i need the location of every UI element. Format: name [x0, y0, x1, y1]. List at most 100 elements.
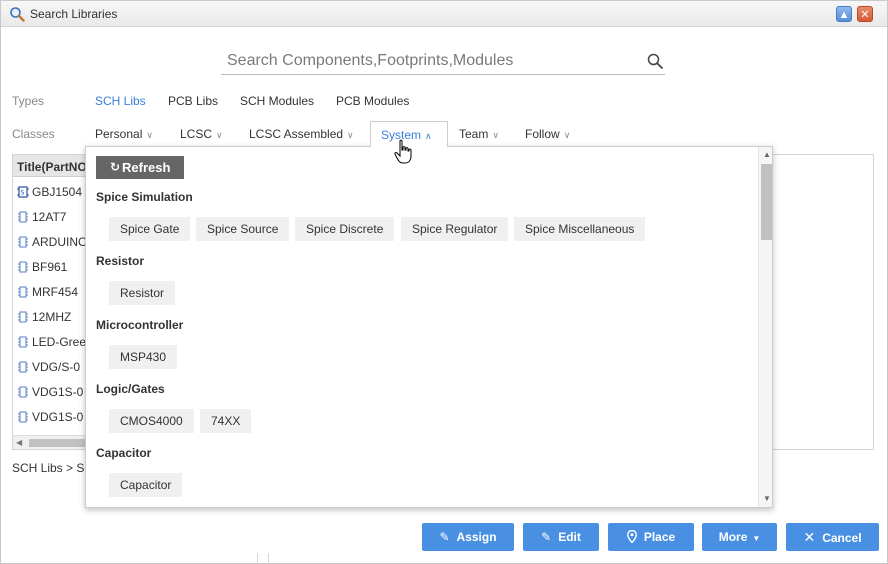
table-row[interactable]: S GBJ1504 [13, 179, 91, 204]
chevron-down-icon: ∨ [492, 130, 499, 140]
chip-spice-source[interactable]: Spice Source [196, 217, 290, 241]
map-pin-icon [626, 530, 637, 543]
chip-icon [18, 236, 28, 248]
chip-74xx[interactable]: 74XX [200, 409, 252, 433]
vertical-scrollbar[interactable]: ▲ ▼ [758, 147, 772, 507]
row-title: VDG1S-0 [32, 410, 84, 424]
chip-icon [18, 311, 28, 323]
minimize-button[interactable]: ▲ [836, 6, 852, 22]
classes-label: Classes [12, 127, 55, 141]
more-button[interactable]: More ▼ [702, 523, 777, 551]
refresh-label: Refresh [122, 160, 171, 175]
tab-sch-libs[interactable]: SCH Libs [95, 94, 146, 108]
row-title: GBJ1504 [32, 185, 83, 199]
row-title: BF961 [32, 260, 68, 274]
table-row[interactable]: VDG/S-0 [13, 354, 91, 379]
row-title: 12MHZ [32, 310, 72, 324]
results-table: Title(PartNO S GBJ1504 12AT7 ARDUINO BF96… [12, 154, 92, 450]
place-button[interactable]: Place [608, 523, 694, 551]
chip-icon [18, 286, 28, 298]
system-classes-dropdown: ↻ Refresh Spice Simulation Spice Gate Spi… [85, 146, 773, 508]
refresh-icon: ↻ [110, 160, 121, 174]
chip-icon [18, 411, 28, 423]
chevron-down-icon: ∨ [347, 130, 354, 140]
horizontal-scrollbar[interactable]: ◀ [13, 435, 91, 449]
edit-button[interactable]: ✎ Edit [523, 523, 599, 551]
assign-button[interactable]: ✎ Assign [422, 523, 514, 551]
table-row[interactable]: LED-Gree [13, 329, 91, 354]
chip-icon [18, 361, 28, 373]
scroll-up-icon[interactable]: ▲ [763, 150, 771, 159]
tab-label: Follow [525, 127, 560, 141]
tab-lcsc[interactable]: LCSC ∨ [180, 121, 223, 147]
hand-cursor-icon [394, 139, 412, 164]
bottom-divider [257, 553, 269, 564]
tab-label: LCSC Assembled [249, 127, 344, 141]
table-row[interactable]: VDG1S-0 [13, 379, 91, 404]
chevron-down-icon: ∨ [216, 130, 223, 140]
scrollbar-thumb[interactable] [761, 164, 772, 240]
types-label: Types [12, 94, 45, 108]
schematic-symbol-icon: S [17, 186, 29, 198]
close-icon: ✕ [860, 9, 870, 21]
cancel-button[interactable]: ✕ Cancel [786, 523, 879, 551]
table-row[interactable]: ARDUINO [13, 229, 91, 254]
scroll-left-icon[interactable]: ◀ [16, 438, 22, 447]
tab-pcb-modules[interactable]: PCB Modules [336, 94, 409, 108]
edit-label: Edit [558, 530, 581, 544]
tab-label: LCSC [180, 127, 213, 141]
table-row[interactable]: VDG1S-0 [13, 404, 91, 429]
scroll-down-icon[interactable]: ▼ [763, 494, 771, 503]
scrollbar-thumb[interactable] [29, 439, 89, 447]
pencil-icon: ✎ [439, 530, 450, 544]
chip-spice-gate[interactable]: Spice Gate [109, 217, 191, 241]
close-icon: ✕ [803, 529, 816, 545]
chip-resistor[interactable]: Resistor [109, 281, 176, 305]
row-title: LED-Gree [32, 335, 87, 349]
table-row[interactable]: 12MHZ [13, 304, 91, 329]
group-title-resistor: Resistor [96, 254, 145, 268]
group-title-microcontroller: Microcontroller [96, 318, 184, 332]
chip-spice-discrete[interactable]: Spice Discrete [295, 217, 395, 241]
column-header-title[interactable]: Title(PartNO [13, 155, 91, 177]
more-label: More [718, 530, 748, 544]
table-row[interactable]: 12AT7 [13, 204, 91, 229]
chip-capacitor[interactable]: Capacitor [109, 473, 183, 497]
refresh-button[interactable]: ↻ Refresh [96, 156, 184, 179]
tab-pcb-libs[interactable]: PCB Libs [168, 94, 218, 108]
row-title: 12AT7 [32, 210, 67, 224]
chip-msp430[interactable]: MSP430 [109, 345, 178, 369]
close-button[interactable]: ✕ [857, 6, 873, 22]
tab-follow[interactable]: Follow ∨ [525, 121, 570, 147]
group-title-spice-simulation: Spice Simulation [96, 190, 193, 204]
tab-personal[interactable]: Personal ∨ [95, 121, 153, 147]
row-title: VDG1S-0 [32, 385, 84, 399]
caret-down-icon: ▼ [752, 534, 761, 543]
table-row[interactable]: MRF454 [13, 279, 91, 304]
pencil-icon: ✎ [541, 530, 552, 544]
search-libraries-dialog: Search Libraries ▲ ✕ Types SCH Libs PCB … [0, 0, 888, 564]
search-input[interactable] [221, 47, 631, 75]
chevron-down-icon: ∨ [146, 130, 153, 140]
tab-lcsc-assembled[interactable]: LCSC Assembled ∨ [249, 121, 354, 147]
tab-sch-modules[interactable]: SCH Modules [240, 94, 314, 108]
window-title: Search Libraries [30, 7, 118, 21]
group-title-logic-gates: Logic/Gates [96, 382, 165, 396]
tab-label: Team [459, 127, 489, 141]
table-row[interactable]: BF961 [13, 254, 91, 279]
group-title-capacitor: Capacitor [96, 446, 152, 460]
magnifier-icon [10, 7, 25, 22]
svg-text:S: S [21, 190, 25, 197]
title-bar[interactable]: Search Libraries ▲ ✕ [1, 1, 887, 27]
tab-label: Personal [95, 127, 143, 141]
assign-label: Assign [456, 530, 497, 544]
chip-icon [18, 261, 28, 273]
tab-team[interactable]: Team ∨ [459, 121, 499, 147]
chip-spice-regulator[interactable]: Spice Regulator [401, 217, 509, 241]
cancel-label: Cancel [822, 531, 862, 545]
preview-panel [771, 154, 874, 450]
chip-spice-miscellaneous[interactable]: Spice Miscellaneous [514, 217, 646, 241]
chip-cmos4000[interactable]: CMOS4000 [109, 409, 194, 433]
search-icon[interactable] [647, 53, 663, 69]
row-title: ARDUINO [32, 235, 88, 249]
